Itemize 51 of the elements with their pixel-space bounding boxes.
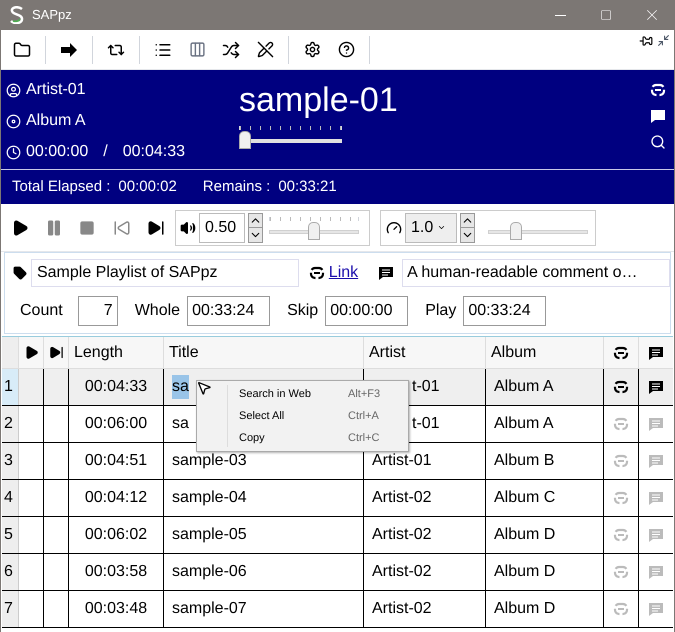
remains-value: 00:33:21 (278, 176, 337, 197)
stat-label: Skip (287, 301, 318, 321)
table-cell-text: 00:06:00 (84, 414, 148, 434)
remains-label: Remains : (202, 176, 270, 197)
total-elapsed-label: Total Elapsed : (12, 176, 110, 197)
table-cell-text: Album D (494, 525, 556, 545)
table-cell-text: Album D (494, 599, 556, 619)
table-cell-text: Album D (494, 562, 556, 582)
elapsed-time: 00:00:00 (26, 142, 88, 162)
artist-name: Artist-01 (26, 80, 86, 100)
table-cell-text: Artist-02 (372, 562, 432, 582)
table-cell-text: sa (172, 414, 189, 434)
table-cell-text: sample-07 (172, 599, 247, 619)
table-cell-text: 00:03:58 (84, 562, 148, 582)
table-cell-text: 00:04:12 (84, 488, 148, 508)
row-number: 3 (2, 443, 19, 479)
table-cell-text: sample-04 (172, 488, 247, 508)
table-cell-text: 00:03:48 (84, 599, 148, 619)
row-number: 6 (2, 554, 19, 590)
table-cell-text: Album B (494, 451, 554, 471)
table-cell-text: 00:06:02 (84, 525, 148, 545)
row-number: 2 (2, 406, 19, 442)
total-elapsed-value: 00:00:02 (118, 176, 177, 197)
table-cell-text: Artist-02 (372, 599, 432, 619)
table-cell-text: sample-05 (172, 525, 247, 545)
table-cell-text: Artist-01 (372, 451, 432, 471)
stat-label: Count (20, 301, 63, 321)
stat-label: Whole (134, 301, 180, 321)
stat-label: Play (425, 301, 456, 321)
table-cell-text: 00:04:33 (84, 377, 148, 397)
table-cell-text: sample-06 (172, 562, 247, 582)
table-cell-text: Album A (494, 414, 554, 434)
menu-shortcut: Alt+F3 (348, 386, 382, 402)
table-cell-text: Artist-02 (372, 525, 432, 545)
table-cell: sa (172, 375, 189, 399)
track-title: sample-01 (239, 80, 398, 120)
album-name: Album A (26, 111, 86, 131)
table-cell-text: Album C (494, 488, 556, 508)
menu-shortcut: Ctrl+A (348, 408, 380, 424)
table-cell-text: Artist-02 (372, 488, 432, 508)
row-number: 7 (2, 591, 19, 627)
table-cell-text: 00:04:51 (84, 451, 148, 471)
row-number: 5 (2, 517, 19, 553)
row-number: 4 (2, 480, 19, 516)
window-title: SAPpz (32, 6, 72, 24)
time-separator: / (103, 142, 108, 162)
table-cell-text: Album A (494, 377, 554, 397)
menu-shortcut: Ctrl+C (348, 430, 380, 446)
row-number: 1 (2, 369, 19, 405)
table-cell-text: sample-03 (172, 451, 247, 471)
duration-time: 00:04:33 (122, 142, 186, 162)
